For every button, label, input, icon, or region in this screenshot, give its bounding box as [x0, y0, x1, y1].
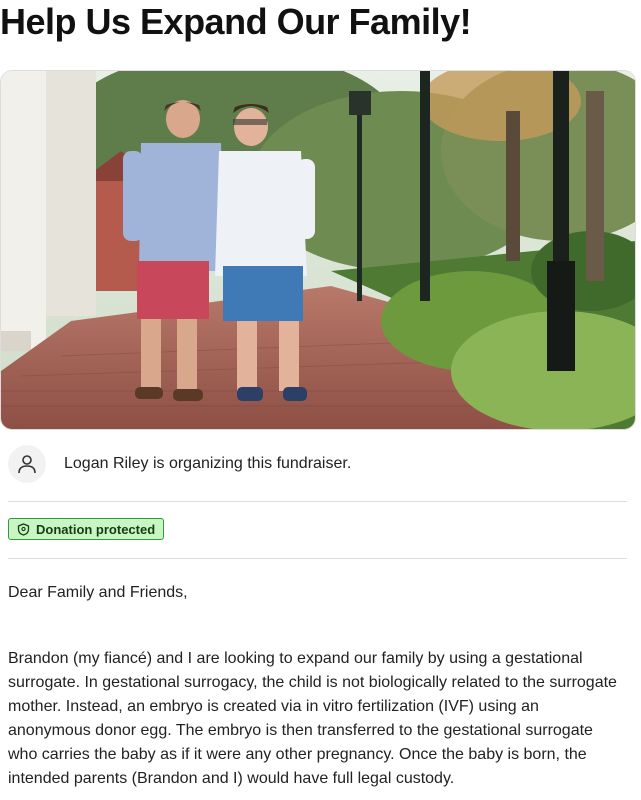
user-icon-glyph [18, 455, 36, 474]
organizer-info: Logan Riley is organizing this fundraise… [8, 445, 351, 483]
shield-icon [17, 522, 30, 536]
story-paragraph: Brandon (my fiancé) and I are looking to… [8, 650, 617, 787]
story-greeting: Dear Family and Friends, [8, 584, 188, 601]
badge-label: Donation protected [36, 521, 156, 537]
user-icon [8, 445, 46, 483]
hero-image[interactable] [0, 70, 636, 430]
divider [8, 558, 627, 559]
couple-walking-photo [1, 71, 635, 429]
organizer-text: Logan Riley is organizing this fundraise… [64, 455, 352, 472]
donation-protected-badge[interactable]: Donation protected [8, 518, 165, 540]
page-title: Help Us Expand Our Family! [0, 1, 472, 42]
divider [8, 501, 627, 502]
